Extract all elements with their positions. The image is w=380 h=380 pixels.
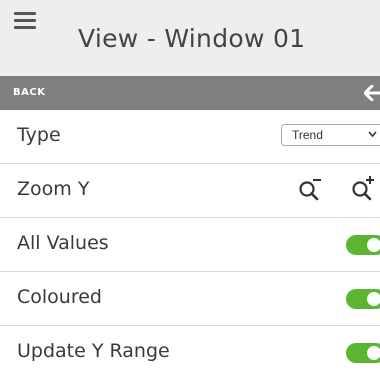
chevron-down-icon [368,131,377,138]
all-values-toggle[interactable] [346,235,380,255]
coloured-label: Coloured [17,286,102,308]
coloured-row: Coloured [0,272,380,326]
all-values-row: All Values [0,218,380,272]
type-row: Type Trend [0,110,380,164]
coloured-toggle[interactable] [346,289,380,309]
header: View - Window 01 [0,0,380,76]
toggle-knob [367,238,380,252]
zoom-y-row: Zoom Y [0,164,380,218]
type-select-value: Trend [292,128,323,142]
zoom-out-icon[interactable] [297,176,323,202]
update-y-range-row: Update Y Range [0,326,380,380]
hamburger-menu-icon[interactable] [14,12,36,30]
all-values-label: All Values [17,232,109,254]
update-y-range-label: Update Y Range [17,340,170,362]
type-label: Type [17,124,61,146]
zoom-y-label: Zoom Y [17,178,90,200]
toggle-knob [367,292,380,306]
arrow-left-icon[interactable] [364,85,380,101]
update-y-range-toggle[interactable] [346,343,380,363]
toggle-knob [367,346,380,360]
zoom-in-icon[interactable] [350,176,376,202]
back-bar[interactable]: BACK [0,76,380,110]
page-title: View - Window 01 [78,24,306,53]
back-label: BACK [13,87,46,98]
type-select[interactable]: Trend [281,124,380,146]
